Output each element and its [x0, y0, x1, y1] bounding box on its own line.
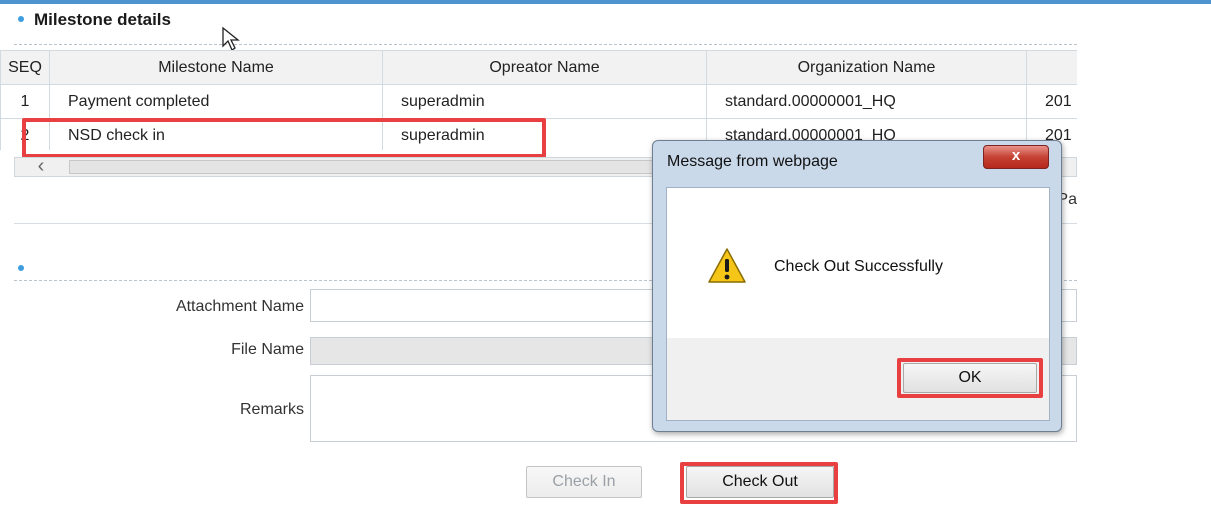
- close-icon: x: [1011, 147, 1021, 164]
- page: Milestone details SEQ Milestone Name Opr…: [0, 0, 1211, 507]
- check-in-button[interactable]: Check In: [526, 466, 642, 498]
- column-header-operator-name[interactable]: Opreator Name: [382, 50, 707, 85]
- close-button[interactable]: x: [983, 145, 1049, 169]
- scroll-thumb[interactable]: [69, 160, 669, 174]
- bullet-icon: [18, 265, 24, 271]
- scroll-left-arrow-icon[interactable]: ‹: [15, 156, 67, 176]
- cell-operator-name: superadmin: [382, 84, 707, 119]
- cell-seq: 1: [0, 84, 50, 119]
- column-header-extra[interactable]: [1026, 50, 1077, 85]
- file-name-label: File Name: [231, 341, 304, 358]
- ok-highlight-box: [897, 358, 1043, 398]
- check-out-highlight-box: [680, 462, 838, 504]
- table-header-row: SEQ Milestone Name Opreator Name Organiz…: [0, 50, 1077, 85]
- column-header-organization-name[interactable]: Organization Name: [706, 50, 1027, 85]
- mouse-pointer-icon: [222, 26, 240, 51]
- row-highlight-box: [22, 118, 546, 158]
- attachment-name-label: Attachment Name: [175, 298, 304, 315]
- section-divider: [14, 44, 1077, 45]
- message-dialog: Message from webpage x Check Out Success…: [652, 140, 1062, 432]
- column-header-milestone-name[interactable]: Milestone Name: [49, 50, 383, 85]
- remarks-label: Remarks: [239, 401, 304, 418]
- section-title: Milestone details: [18, 10, 171, 30]
- dialog-footer: OK: [666, 338, 1050, 421]
- top-accent-bar: [0, 0, 1211, 4]
- warning-icon: [708, 248, 746, 283]
- dialog-body: Check Out Successfully: [666, 187, 1050, 340]
- cell-organization-name: standard.00000001_HQ: [706, 84, 1027, 119]
- cell-extra: 201: [1026, 84, 1077, 119]
- bullet-icon: [18, 15, 24, 22]
- dialog-message: Check Out Successfully: [774, 258, 943, 275]
- cell-milestone-name: Payment completed: [49, 84, 383, 119]
- column-header-seq[interactable]: SEQ: [0, 50, 50, 85]
- dialog-title: Message from webpage: [667, 153, 838, 170]
- table-row[interactable]: 1 Payment completed superadmin standard.…: [0, 84, 1077, 119]
